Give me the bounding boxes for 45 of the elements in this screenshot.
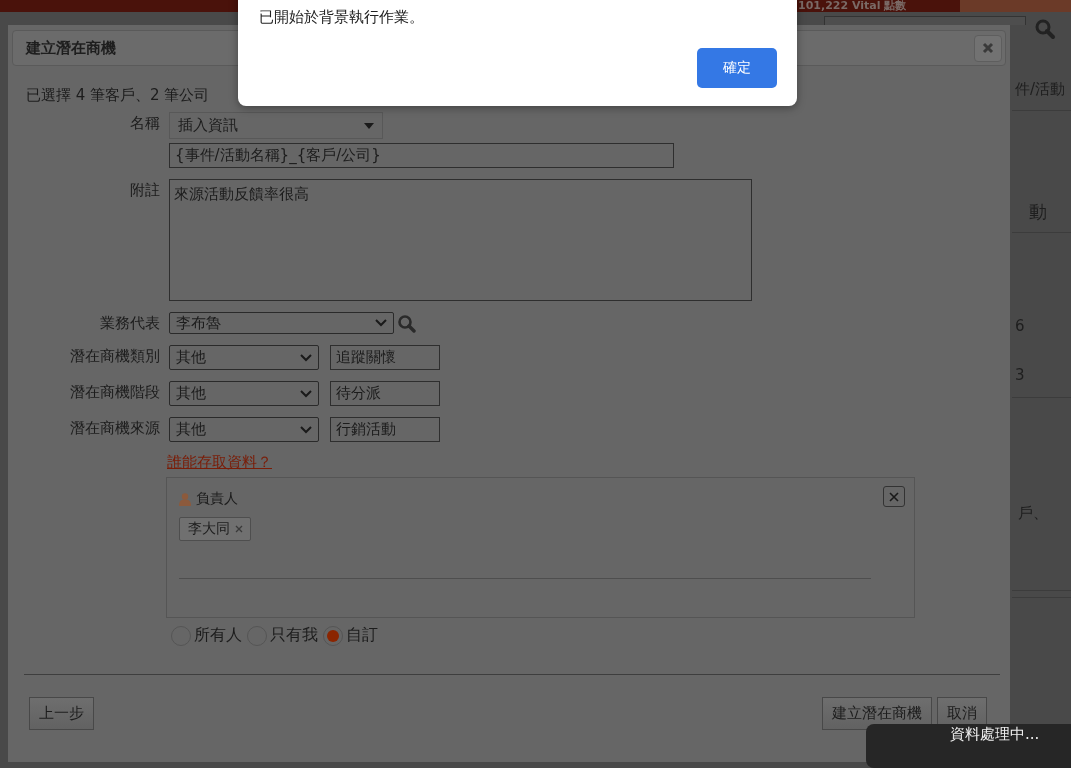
selection-summary: 已選擇 4 筆客戶、2 筆公司 [26, 85, 211, 105]
text-field[interactable]: 行銷活動 [330, 417, 440, 442]
search-icon[interactable] [397, 313, 416, 333]
access-link[interactable]: 誰能存取資料？ [167, 452, 272, 472]
create-button[interactable]: 建立潛在商機 [822, 697, 932, 730]
person-tag[interactable]: 李大同 [179, 517, 251, 541]
back-button[interactable]: 上一步 [29, 697, 94, 730]
rep-select[interactable]: 李布魯 [169, 312, 394, 334]
type-select[interactable]: 其他 [169, 381, 319, 406]
dialog-title: 建立潛在商機 [26, 38, 116, 58]
search-icon[interactable] [1034, 18, 1056, 40]
field-label: 潛在商機階段 [69, 382, 160, 403]
role-label: 負責人 [196, 490, 238, 508]
close-icon [889, 491, 899, 502]
insert-dropdown[interactable]: 插入資訊 [169, 112, 383, 139]
close-button[interactable] [974, 34, 1002, 62]
search-field[interactable] [824, 16, 1026, 25]
points-label: 101,222 Vital 點數 [798, 0, 907, 12]
radio-label: 只有我 [270, 625, 318, 646]
radio-button[interactable] [323, 625, 343, 646]
field-label: 業務代表 [99, 313, 160, 334]
person-icon [179, 492, 191, 506]
text-field[interactable]: 待分派 [330, 381, 440, 406]
close-button[interactable] [883, 486, 905, 507]
field-label: 潛在商機類別 [69, 346, 160, 367]
field-label: 潛在商機來源 [69, 418, 160, 439]
ok-button[interactable]: 確定 [697, 48, 777, 88]
field-label: 附註 [129, 180, 160, 201]
type-select[interactable]: 其他 [169, 417, 319, 442]
chevron-icon [375, 319, 387, 327]
chevron-icon [300, 389, 312, 398]
remove-icon[interactable] [235, 525, 243, 533]
name-field[interactable]: {事件/活動名稱}_{客戶/公司} [169, 143, 674, 168]
note-field[interactable]: 來源活動反饋率很高 [169, 179, 752, 301]
header-button[interactable] [960, 0, 1071, 12]
radio-label: 所有人 [194, 625, 242, 646]
chevron-icon [300, 353, 312, 362]
radio-label: 自訂 [346, 625, 378, 646]
chevron-icon [300, 425, 312, 434]
type-select[interactable]: 其他 [169, 345, 319, 370]
text-field[interactable]: 追蹤關懷 [330, 345, 440, 370]
field-label: 名稱 [129, 113, 160, 134]
caret-icon [364, 122, 374, 129]
alert-message: 已開始於背景執行作業。 [259, 7, 425, 28]
close-icon [982, 42, 994, 54]
